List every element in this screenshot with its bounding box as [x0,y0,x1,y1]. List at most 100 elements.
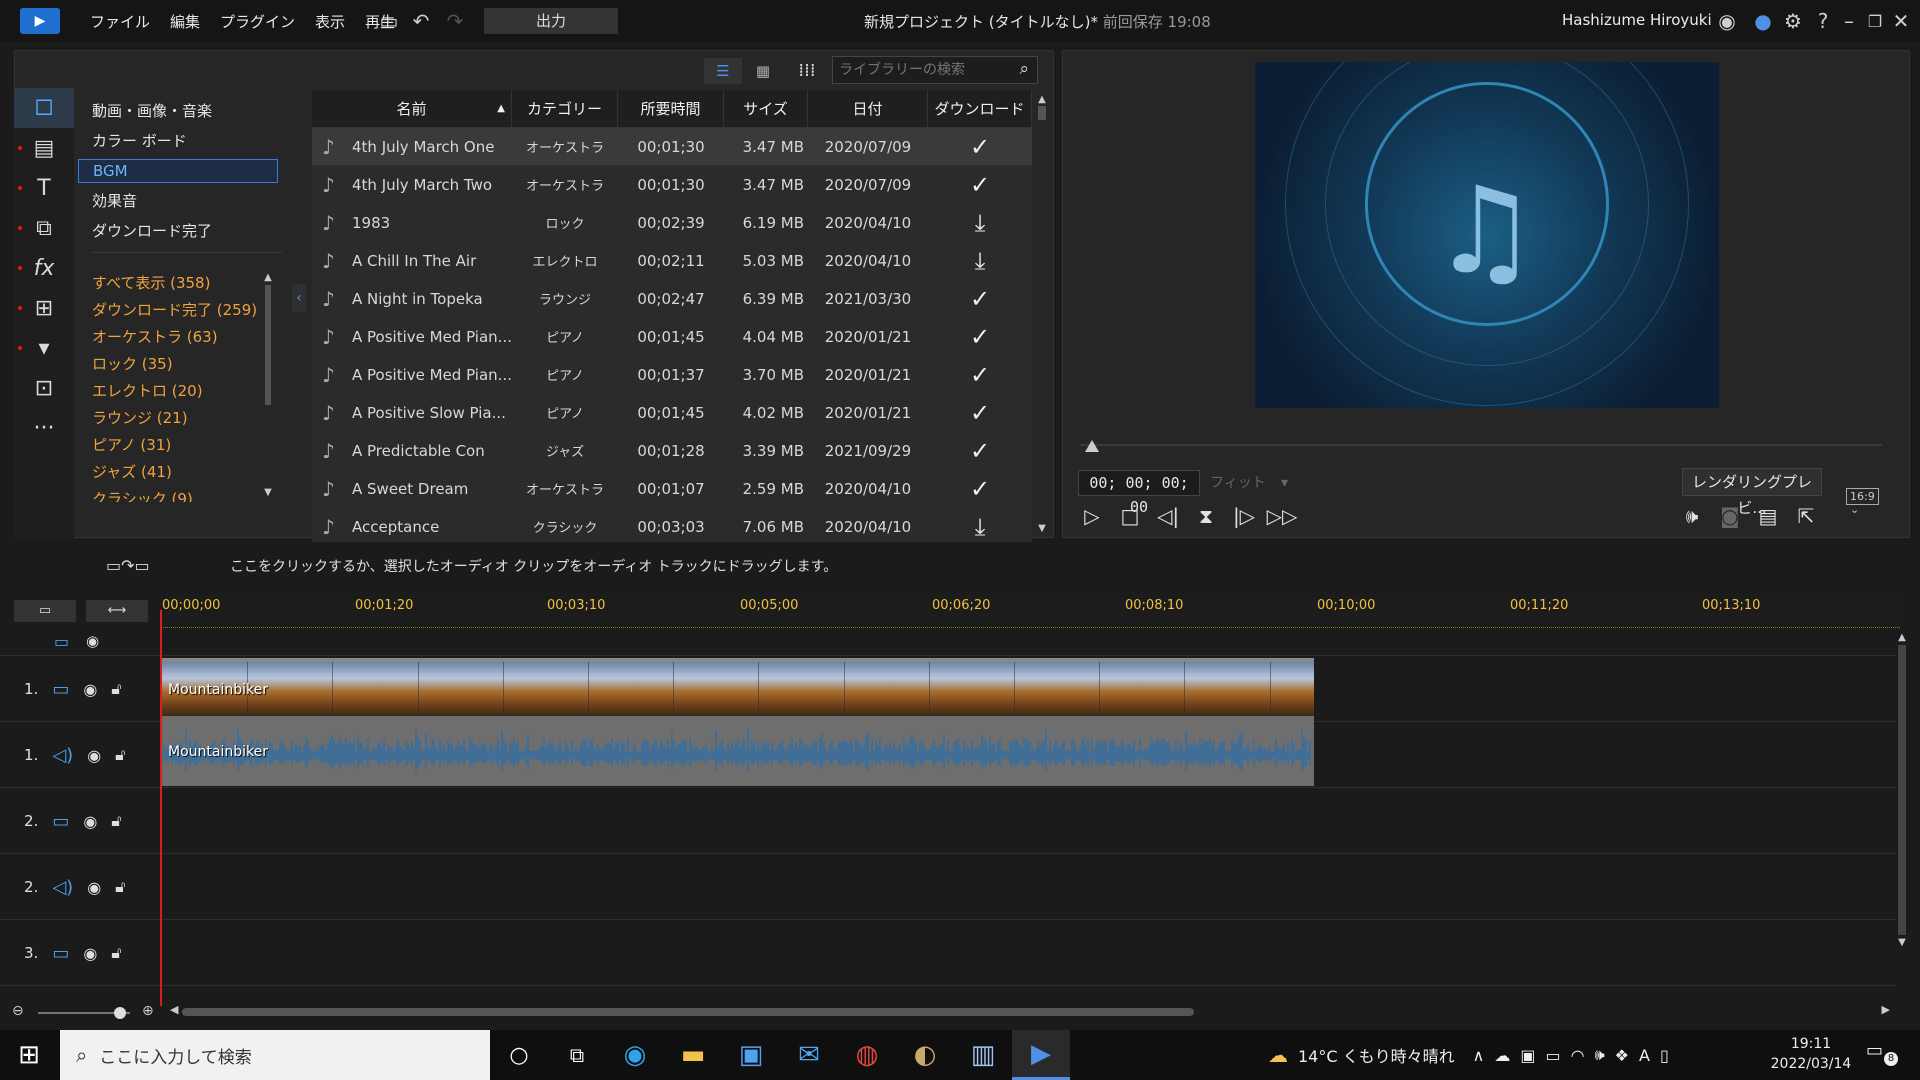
save-icon[interactable]: ▭ [372,0,406,42]
scroll-thumb[interactable] [1038,106,1046,120]
table-row[interactable]: ♪ A Night in Topeka ラウンジ 00;02;47 6.39 MB 202… [312,280,1032,318]
taskbar-search[interactable]: ⌕ ここに入力して検索 [60,1030,490,1080]
menu-file[interactable]: ファイル [80,11,160,32]
eye-icon[interactable]: ◉ [87,746,101,765]
output-button[interactable]: 出力 [484,8,618,34]
preview-scrubber[interactable] [1080,444,1882,446]
table-row[interactable]: ♪ 4th July March Two オーケストラ 00;01;30 3.47 MB… [312,166,1032,204]
dropbox-icon[interactable]: ❖ [1615,1046,1629,1065]
tree-item-sound-effects[interactable]: 効果音 [78,186,278,216]
category-item[interactable]: ダウンロード完了 (259) [78,297,268,324]
lock-icon[interactable]: 🔓︎ [115,745,125,765]
windows-start-icon[interactable]: ⊞ [0,1030,58,1080]
volume-icon[interactable]: 🕪 [1676,500,1708,532]
table-row[interactable]: ♪ A Sweet Dream オーケストラ 00;01;07 2.59 MB 2020/… [312,470,1032,508]
category-scrollbar[interactable]: ▲ ▼ [264,272,272,498]
table-row[interactable]: ♪ A Positive Med Pian... ピアノ 00;01;37 3.70 M… [312,356,1032,394]
column-category[interactable]: カテゴリー [512,90,618,127]
timeline-view-icon[interactable]: ▭ [14,600,76,622]
transition-room-icon[interactable]: ⧉ [14,208,74,248]
tray-expand-icon[interactable]: ∧ [1473,1046,1485,1065]
fit-timeline-icon[interactable]: ⟷ [86,600,148,622]
notebook-icon[interactable]: ▥ [954,1030,1012,1080]
download-icon[interactable]: ⤓ [928,242,1032,279]
insert-options-icon[interactable]: ▭↷▭ [106,556,150,575]
eye-icon[interactable]: ◉ [87,878,101,897]
category-item[interactable]: エレクトロ (20) [78,378,268,405]
audio-track-icon[interactable]: ◁) [52,745,73,766]
table-row[interactable]: ♪ A Predictable Con ジャズ 00;01;28 3.39 MB 2021… [312,432,1032,470]
list-view-icon[interactable]: ☰ [704,58,742,84]
scroll-thumb[interactable] [182,1008,1194,1016]
table-scrollbar[interactable]: ▲ ▼ [1036,94,1048,534]
next-frame-icon[interactable]: |▷ [1228,500,1260,532]
paint-icon[interactable]: ◐ [896,1030,954,1080]
column-download[interactable]: ダウンロード [928,90,1032,127]
fast-forward-icon[interactable]: ▷▷ [1266,500,1298,532]
eye-icon[interactable]: ◉ [86,632,99,650]
table-row[interactable]: ♪ 4th July March One オーケストラ 00;01;30 3.47 MB… [312,128,1032,166]
library-search[interactable]: ⌕ [832,56,1038,84]
table-row[interactable]: ♪ A Positive Med Pian... ピアノ 00;01;45 4.04 M… [312,318,1032,356]
zoom-knob[interactable] [114,1007,126,1019]
scroll-down-icon[interactable]: ▼ [1896,937,1908,948]
timecode-display[interactable]: 00; 00; 00; 00 [1078,470,1200,516]
notification-icon[interactable]: ● [1746,0,1780,42]
aspect-ratio-dropdown[interactable]: 16:9 ⌄ [1846,488,1890,516]
scroll-down-icon[interactable]: ▼ [1036,523,1048,534]
scroll-up-icon[interactable]: ▲ [1036,94,1048,105]
wifi-icon[interactable]: ◠ [1571,1046,1585,1065]
lock-icon[interactable]: 🔓︎ [111,943,121,963]
scroll-left-icon[interactable]: ◀ [170,1003,178,1016]
tree-item-downloaded[interactable]: ダウンロード完了 [78,216,278,246]
library-search-input[interactable] [833,57,1003,83]
menu-edit[interactable]: 編集 [160,11,210,32]
eye-icon[interactable]: ◉ [83,812,97,831]
chrome-icon[interactable]: ◍ [838,1030,896,1080]
playhead[interactable] [160,610,162,1006]
grid-view-icon[interactable]: ▦ [748,58,778,84]
zoom-in-icon[interactable]: ⊕ [142,1003,154,1019]
render-preview-button[interactable]: レンダリングプレビ... [1682,468,1822,517]
camera-icon[interactable]: ◙ [1714,500,1746,532]
effect-room-icon[interactable]: fx [14,248,74,288]
category-item[interactable]: ジャズ (41) [78,459,268,486]
more-rooms-icon[interactable]: ··· [14,408,74,448]
audio-clip[interactable]: Mountainbiker [162,716,1314,786]
security-icon[interactable]: ▣ [1520,1046,1535,1065]
download-icon[interactable]: ⤓ [928,508,1032,545]
lock-icon[interactable]: 🔓︎ [111,679,121,699]
particle-room-icon[interactable]: ▾ [14,328,74,368]
weather-icon[interactable]: ☁ [1268,1043,1288,1067]
download-icon[interactable]: ⤓ [928,204,1032,241]
video-track-icon[interactable]: ▭ [52,811,69,832]
undo-icon[interactable]: ↶ [404,0,438,42]
table-row[interactable]: ♪ Acceptance クラシック 00;03;03 7.06 MB 2020/04/1… [312,508,1032,546]
category-item[interactable]: ピアノ (31) [78,432,268,459]
video-clip[interactable]: Mountainbiker [162,658,1314,716]
table-row[interactable]: ♪ A Positive Slow Pia... ピアノ 00;01;45 4.02 M… [312,394,1032,432]
title-room-icon[interactable]: T [14,168,74,208]
mail-icon[interactable]: ✉ [780,1030,838,1080]
category-item[interactable]: ラウンジ (21) [78,405,268,432]
scroll-thumb[interactable] [265,285,271,405]
battery-icon[interactable]: ▭ [1545,1046,1560,1065]
cortana-icon[interactable]: ○ [490,1030,548,1080]
eye-icon[interactable]: ◉ [83,680,97,699]
search-icon[interactable]: ⌕ [1019,59,1029,79]
timeline-vscroll[interactable]: ▲ ▼ [1896,632,1908,1000]
collapse-tree-icon[interactable]: ‹ [292,284,306,312]
ime-mode-icon[interactable]: ▯ [1660,1046,1669,1065]
scroll-up-icon[interactable]: ▲ [264,272,272,283]
chapter-room-icon[interactable]: ⊡ [14,368,74,408]
tree-item-bgm[interactable]: BGM [78,159,278,183]
category-item[interactable]: すべて表示 (358) [78,270,268,297]
apps-menu-icon[interactable]: ⁞⁞⁞ [790,58,824,84]
category-item[interactable]: オーケストラ (63) [78,324,268,351]
redo-icon[interactable]: ↷ [438,0,472,42]
column-duration[interactable]: 所要時間 [618,90,724,127]
task-view-icon[interactable]: ⧉ [548,1030,606,1080]
scrubber-knob[interactable] [1085,440,1099,452]
fit-dropdown[interactable]: フィット ▾ [1206,470,1296,496]
category-item[interactable]: クラシック (9) [78,486,268,502]
